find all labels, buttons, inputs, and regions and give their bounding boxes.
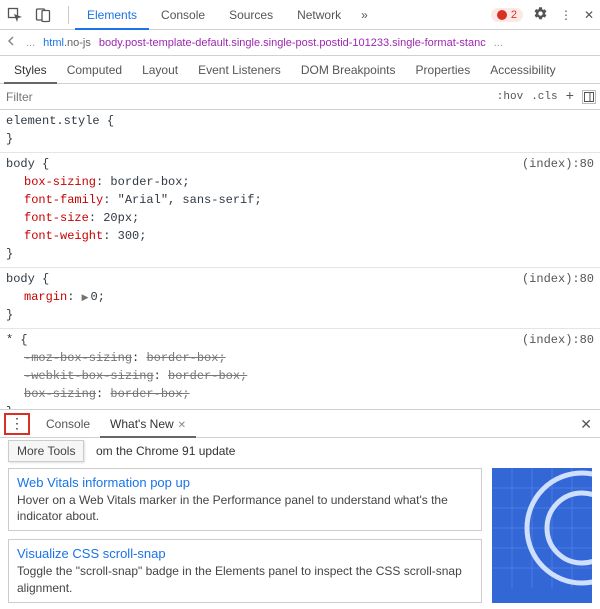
breadcrumb-ellipsis[interactable]: ... [26,37,35,49]
error-count: 2 [511,9,517,21]
sidebar-tabs: Styles Computed Layout Event Listeners D… [0,56,600,84]
breadcrumb-body[interactable]: body.post-template-default.single.single… [99,37,486,49]
css-rule[interactable]: (index):80* {-moz-box-sizing: border-box… [0,329,600,410]
gear-icon[interactable] [533,6,548,24]
card-desc: Toggle the "scroll-snap" badge in the El… [17,563,473,595]
rule-selector[interactable]: body { [6,155,594,173]
tab-console[interactable]: Console [149,0,217,30]
new-style-rule-icon[interactable]: + [562,89,578,105]
css-declaration[interactable]: font-family: "Arial", sans-serif; [24,191,594,209]
css-rule[interactable]: element.style {} [0,110,600,153]
css-declaration[interactable]: font-weight: 300; [24,227,594,245]
error-badge[interactable]: 2 [491,8,523,22]
styles-filter-input[interactable] [0,84,493,109]
more-tools-menuitem[interactable]: More Tools [8,440,84,462]
css-declaration[interactable]: -moz-box-sizing: border-box; [24,349,594,367]
drawer-close-icon[interactable]: ✕ [580,416,592,433]
close-devtools-icon[interactable]: ✕ [584,8,594,22]
rule-source-link[interactable]: (index):80 [522,155,594,173]
more-tabs-icon[interactable]: » [353,8,376,22]
devtools-toolbar: Elements Console Sources Network » 2 ⋮ ✕ [0,0,600,30]
drawer-tabs: ⋮ Console What's New✕ ✕ [0,410,600,438]
css-declaration[interactable]: box-sizing: border-box; [24,173,594,191]
css-declaration[interactable]: margin: ▶0; [24,288,594,306]
tab-network[interactable]: Network [285,0,353,30]
tab-elements[interactable]: Elements [75,0,149,30]
css-rule[interactable]: (index):80body {margin: ▶0;} [0,268,600,329]
toggle-computed-sidebar-icon[interactable] [582,90,596,104]
drawer-tab-whatsnew[interactable]: What's New✕ [100,410,196,438]
css-declaration[interactable]: font-size: 20px; [24,209,594,227]
css-rule[interactable]: (index):80body {box-sizing: border-box;f… [0,153,600,268]
tab-layout[interactable]: Layout [132,56,188,84]
dom-breadcrumb: ... html.no-js body.post-template-defaul… [0,30,600,56]
tab-accessibility[interactable]: Accessibility [480,56,565,84]
css-declaration[interactable]: box-sizing: border-box; [24,385,594,403]
divider [68,6,69,24]
rule-close-brace: } [6,306,594,324]
card-title: Visualize CSS scroll-snap [17,546,473,561]
whatsnew-card[interactable]: Visualize CSS scroll-snap Toggle the "sc… [8,539,482,602]
kebab-menu-icon[interactable]: ⋮ [560,8,572,22]
rule-close-brace: } [6,245,594,263]
tab-styles[interactable]: Styles [4,56,57,84]
tab-event-listeners[interactable]: Event Listeners [188,56,291,84]
styles-filter-bar: :hov .cls + [0,84,600,110]
rule-selector[interactable]: body { [6,270,594,288]
hov-toggle[interactable]: :hov [493,91,527,103]
cls-toggle[interactable]: .cls [527,91,561,103]
rule-close-brace: } [6,130,594,148]
whatsnew-heading: om the Chrome 91 update [96,444,592,458]
drawer-more-button[interactable]: ⋮ [4,413,30,435]
device-toolbar-icon[interactable] [34,6,52,24]
tab-computed[interactable]: Computed [57,56,132,84]
drawer-tab-console[interactable]: Console [36,410,100,438]
close-tab-icon[interactable]: ✕ [178,420,186,431]
rule-selector[interactable]: element.style { [6,112,594,130]
breadcrumb-html[interactable]: html.no-js [43,37,91,49]
card-desc: Hover on a Web Vitals marker in the Perf… [17,492,473,524]
scroll-left-icon[interactable] [6,36,22,49]
rule-source-link[interactable]: (index):80 [522,270,594,288]
whatsnew-card[interactable]: Web Vitals information pop up Hover on a… [8,468,482,531]
tab-dom-breakpoints[interactable]: DOM Breakpoints [291,56,406,84]
whatsnew-image [492,468,592,603]
breadcrumb-trailing: ... [494,37,503,49]
dots-vertical-icon: ⋮ [10,415,24,432]
whatsnew-panel: More Tools om the Chrome 91 update Web V… [0,438,600,609]
tab-properties[interactable]: Properties [406,56,481,84]
rule-source-link[interactable]: (index):80 [522,331,594,349]
css-declaration[interactable]: -webkit-box-sizing: border-box; [24,367,594,385]
card-title: Web Vitals information pop up [17,475,473,490]
tab-sources[interactable]: Sources [217,0,285,30]
rule-selector[interactable]: * { [6,331,594,349]
inspect-element-icon[interactable] [6,6,24,24]
styles-pane: element.style {}(index):80body {box-sizi… [0,110,600,410]
main-tabs: Elements Console Sources Network » [75,0,491,30]
